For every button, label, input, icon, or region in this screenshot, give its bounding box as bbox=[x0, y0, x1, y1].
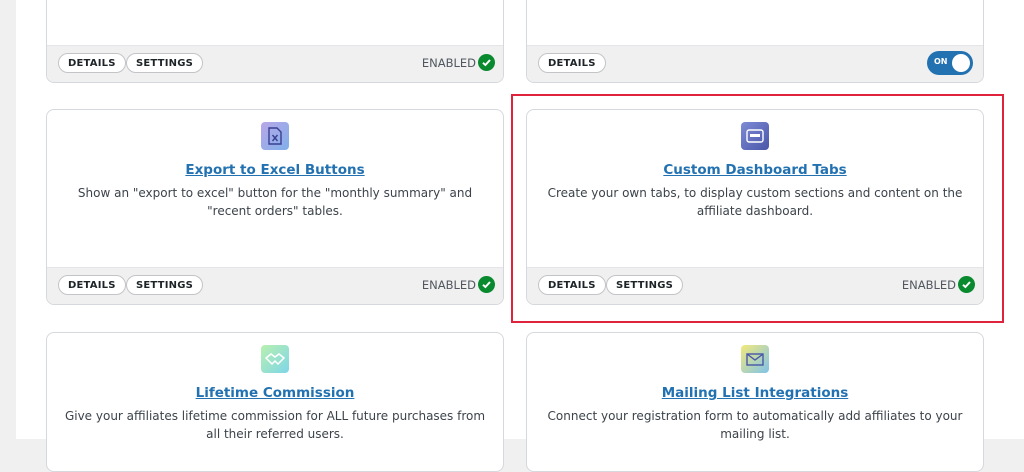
card-body: Custom Dashboard Tabs Create your own ta… bbox=[527, 122, 983, 220]
details-button[interactable]: DETAILS bbox=[58, 53, 126, 73]
check-icon bbox=[958, 276, 975, 293]
addon-card-custom-dashboard-tabs: Custom Dashboard Tabs Create your own ta… bbox=[526, 109, 984, 305]
addon-card-top-right: DETAILS ON bbox=[526, 0, 984, 83]
addon-description: Connect your registration form to automa… bbox=[547, 409, 963, 441]
card-footer: DETAILS SETTINGS ENABLED bbox=[47, 45, 503, 82]
status-enabled: ENABLED bbox=[902, 276, 975, 293]
card-footer: DETAILS ON bbox=[527, 45, 983, 82]
addon-title-link[interactable]: Export to Excel Buttons bbox=[47, 162, 503, 178]
details-button[interactable]: DETAILS bbox=[58, 275, 126, 295]
check-icon bbox=[478, 54, 495, 71]
handshake-icon bbox=[261, 345, 289, 373]
status-enabled: ENABLED bbox=[422, 276, 495, 293]
addon-description: Show an "export to excel" button for the… bbox=[77, 186, 473, 218]
status-label: ENABLED bbox=[421, 277, 476, 292]
check-icon bbox=[478, 276, 495, 293]
addon-title-link[interactable]: Mailing List Integrations bbox=[527, 385, 983, 401]
settings-button[interactable]: SETTINGS bbox=[126, 53, 204, 73]
card-body: Mailing List Integrations Connect your r… bbox=[527, 345, 983, 443]
toggle-label: ON bbox=[934, 57, 948, 66]
excel-file-icon bbox=[261, 122, 289, 150]
card-body: Lifetime Commission Give your affiliates… bbox=[47, 345, 503, 443]
status-label: ENABLED bbox=[421, 55, 476, 70]
addon-card-mailing-list: Mailing List Integrations Connect your r… bbox=[526, 332, 984, 472]
addon-card-export-excel: Export to Excel Buttons Show an "export … bbox=[46, 109, 504, 305]
status-enabled: ENABLED bbox=[422, 54, 495, 71]
addon-title-link[interactable]: Lifetime Commission bbox=[47, 385, 503, 401]
addon-card-lifetime-commission: Lifetime Commission Give your affiliates… bbox=[46, 332, 504, 472]
addon-description: Give your affiliates lifetime commission… bbox=[64, 409, 486, 441]
addon-title-link[interactable]: Custom Dashboard Tabs bbox=[527, 162, 983, 178]
admin-left-strip bbox=[0, 0, 16, 439]
dashboard-window-icon bbox=[741, 122, 769, 150]
toggle-knob bbox=[952, 54, 970, 72]
status-label: ENABLED bbox=[901, 277, 956, 292]
envelope-icon bbox=[741, 345, 769, 373]
details-button[interactable]: DETAILS bbox=[538, 275, 606, 295]
addon-description: Create your own tabs, to display custom … bbox=[547, 186, 963, 218]
card-footer: DETAILS SETTINGS ENABLED bbox=[527, 267, 983, 304]
addon-card-top-left: DETAILS SETTINGS ENABLED bbox=[46, 0, 504, 83]
settings-button[interactable]: SETTINGS bbox=[126, 275, 204, 295]
card-footer: DETAILS SETTINGS ENABLED bbox=[47, 267, 503, 304]
settings-button[interactable]: SETTINGS bbox=[606, 275, 684, 295]
card-body: Export to Excel Buttons Show an "export … bbox=[47, 122, 503, 220]
enable-toggle[interactable]: ON bbox=[927, 51, 973, 75]
details-button[interactable]: DETAILS bbox=[538, 53, 606, 73]
